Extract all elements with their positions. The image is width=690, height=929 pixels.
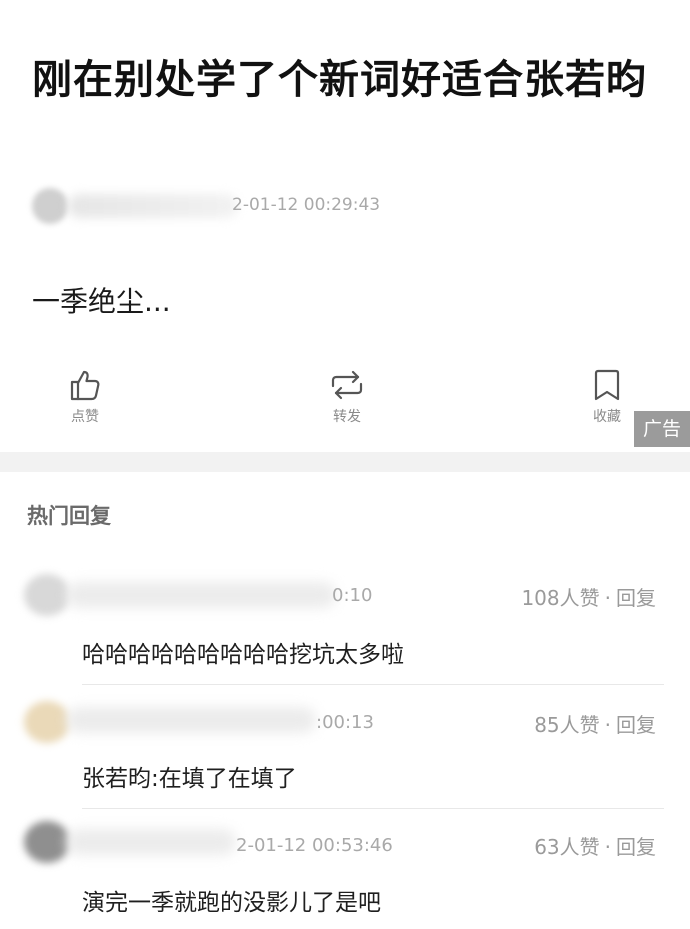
reply-link[interactable]: 回复: [616, 835, 656, 859]
author-name-blurred[interactable]: [68, 194, 238, 218]
action-bar: 点赞 转发 收藏: [0, 368, 690, 428]
post-detail-page: 刚在别处学了个新词好适合张若昀 2-01-12 00:29:43 一季绝尘...…: [0, 0, 690, 929]
comment-like-count[interactable]: 85人赞 · 回复: [534, 709, 656, 738]
separator: ·: [604, 586, 611, 610]
comment-text: 演完一季就跑的没影儿了是吧: [82, 890, 381, 916]
commenter-avatar[interactable]: [24, 574, 70, 616]
comment-like-count[interactable]: 63人赞 · 回复: [534, 831, 656, 860]
comment-timestamp: :00:13: [316, 712, 374, 733]
comment-text: 张若昀:在填了在填了: [82, 766, 297, 792]
separator: ·: [604, 835, 611, 859]
like-count: 85人赞: [534, 713, 600, 737]
like-count: 108人赞: [521, 586, 600, 610]
comment-item: 2-01-12 00:53:46 63人赞 · 回复 演完一季就跑的没影儿了是吧: [0, 809, 690, 929]
commenter-avatar[interactable]: [24, 701, 70, 743]
commenter-name-blurred[interactable]: [66, 829, 236, 855]
thumbs-up-icon: [70, 370, 100, 401]
reply-link[interactable]: 回复: [616, 713, 656, 737]
like-label: 点赞: [71, 409, 99, 425]
comment-timestamp: 0:10: [332, 585, 373, 606]
like-count: 63人赞: [534, 835, 600, 859]
comment-text: 哈哈哈哈哈哈哈哈哈挖坑太多啦: [82, 642, 404, 668]
post-title: 刚在别处学了个新词好适合张若昀: [32, 57, 647, 103]
section-divider: [0, 452, 690, 472]
share-button[interactable]: 转发: [307, 368, 387, 426]
commenter-name-blurred[interactable]: [66, 707, 316, 733]
commenter-avatar[interactable]: [24, 821, 70, 863]
comment-item: 0:10 108人赞 · 回复 哈哈哈哈哈哈哈哈哈挖坑太多啦: [0, 560, 690, 680]
post-timestamp: 2-01-12 00:29:43: [232, 195, 381, 215]
share-label: 转发: [333, 409, 361, 425]
comment-timestamp: 2-01-12 00:53:46: [236, 835, 393, 856]
ad-badge[interactable]: 广告: [634, 411, 690, 447]
post-meta: 2-01-12 00:29:43: [32, 186, 380, 226]
commenter-name-blurred[interactable]: [66, 582, 336, 608]
comment-item: :00:13 85人赞 · 回复 张若昀:在填了在填了: [0, 685, 690, 805]
author-avatar[interactable]: [32, 188, 68, 224]
hot-replies-heading: 热门回复: [27, 504, 111, 528]
repost-icon: [331, 370, 363, 400]
separator: ·: [604, 713, 611, 737]
post-body: 一季绝尘...: [32, 285, 171, 318]
comment-like-count[interactable]: 108人赞 · 回复: [521, 582, 656, 611]
like-button[interactable]: 点赞: [45, 368, 125, 426]
bookmark-icon: [594, 369, 620, 401]
reply-link[interactable]: 回复: [616, 586, 656, 610]
